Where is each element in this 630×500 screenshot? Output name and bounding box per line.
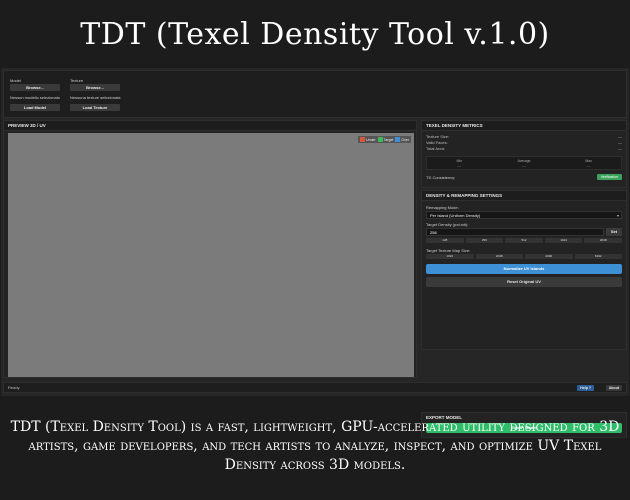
density-preset-button[interactable]: 512 — [505, 238, 543, 243]
texture-browse-button[interactable]: Browse... — [70, 84, 120, 91]
map-size-preset-button[interactable]: 4096 — [525, 254, 573, 259]
stat-min-value: — — [457, 163, 462, 168]
density-legend: Under Target Over — [358, 136, 411, 143]
metrics-title: TEXEL DENSITY METRICS — [422, 121, 626, 131]
banner-description: TDT (Texel Density Tool) is a fast, ligh… — [10, 419, 620, 473]
texture-label: Texture — [70, 78, 84, 83]
help-button[interactable]: Help ? — [577, 385, 594, 391]
metric-value: — — [618, 146, 622, 151]
map-size-preset-button[interactable]: 8192 — [574, 254, 622, 259]
legend-under-label: Under — [366, 137, 376, 142]
remap-mode-select[interactable]: Per Island (Uniform Density) ▾ — [426, 211, 622, 219]
status-text: Ready — [8, 385, 20, 390]
target-density-label: Target Density (px/unit): — [426, 222, 469, 227]
app-window: Model Browse... Nessun modello seleziona… — [1, 68, 629, 438]
status-bar: Ready Help ? About — [3, 382, 627, 393]
metric-row: Total Area: — — [422, 146, 626, 152]
density-preset-button[interactable]: 2048 — [584, 238, 622, 243]
density-preset-button[interactable]: 1024 — [544, 238, 583, 243]
reset-uv-button[interactable]: Reset Original UV — [426, 277, 622, 287]
stat-average-value: — — [522, 163, 526, 168]
texture-load-group: Texture Browse... Nessuna texture selezi… — [70, 77, 130, 114]
density-preset-button[interactable]: 256 — [465, 238, 504, 243]
density-preset-button[interactable]: 128 — [426, 238, 464, 243]
metrics-panel: TEXEL DENSITY METRICS Texture Size: — Va… — [421, 120, 627, 188]
model-browse-button[interactable]: Browse... — [10, 84, 60, 91]
preview-viewport[interactable]: Under Target Over — [8, 133, 414, 377]
legend-over: Over — [395, 137, 409, 142]
banner-title: TDT (Texel Density Tool v.1.0) — [80, 16, 550, 52]
normalize-uv-button[interactable]: Normalize UV Islands — [426, 264, 622, 274]
model-label: Model — [10, 78, 21, 83]
density-presets: 128 256 512 1024 2048 — [426, 238, 622, 243]
target-density-row: 256 Set — [426, 228, 622, 236]
model-load-group: Model Browse... Nessun modello seleziona… — [10, 77, 70, 114]
map-size-label: Target Texture Map Size: — [426, 248, 471, 253]
legend-under-swatch — [360, 137, 366, 142]
banner-title-bar: TDT (Texel Density Tool v.1.0) — [0, 0, 630, 68]
td-consistency-label: TD Consistency: — [426, 174, 456, 180]
remap-panel: DENSITY & REMAPPING SETTINGS Remapping M… — [421, 190, 627, 350]
legend-target-label: Target — [383, 137, 394, 142]
remap-title: DENSITY & REMAPPING SETTINGS — [422, 191, 626, 201]
load-model-button[interactable]: Load Model — [10, 104, 60, 111]
verification-badge: Verification — [596, 174, 622, 180]
metric-label: Total Area: — [426, 146, 445, 151]
model-status-text: Nessun modello selezionato — [10, 95, 61, 100]
chevron-down-icon: ▾ — [616, 213, 619, 218]
map-size-preset-button[interactable]: 1024 — [426, 254, 474, 259]
about-button[interactable]: About — [605, 385, 622, 391]
legend-target: Target — [377, 137, 394, 142]
load-toolbar: Model Browse... Nessun modello seleziona… — [3, 70, 627, 118]
legend-over-label: Over — [401, 137, 409, 142]
stat-max-value: — — [586, 163, 591, 168]
legend-over-swatch — [395, 137, 401, 142]
set-density-button[interactable]: Set — [606, 228, 622, 236]
target-density-input[interactable]: 256 — [426, 228, 604, 236]
stat-average: Average — — [492, 157, 557, 169]
preview-panel: PREVIEW 3D / UV Under Target Over — [3, 120, 417, 378]
legend-target-swatch — [377, 137, 383, 142]
stat-min: Min — — [427, 157, 492, 169]
remap-mode-value: Per Island (Uniform Density) — [430, 213, 481, 218]
preview-title: PREVIEW 3D / UV — [4, 121, 416, 131]
stat-max: Max — — [556, 157, 621, 169]
td-consistency-row: TD Consistency: Verification — [422, 174, 626, 180]
load-texture-button[interactable]: Load Texture — [70, 104, 120, 111]
density-stats: Min — Average — Max — — [426, 156, 622, 170]
texture-status-text: Nessuna texture selezionata — [70, 95, 121, 100]
remap-mode-label: Remapping Mode: — [426, 205, 459, 210]
legend-under: Under — [360, 137, 376, 142]
map-size-preset-button[interactable]: 2048 — [475, 254, 523, 259]
